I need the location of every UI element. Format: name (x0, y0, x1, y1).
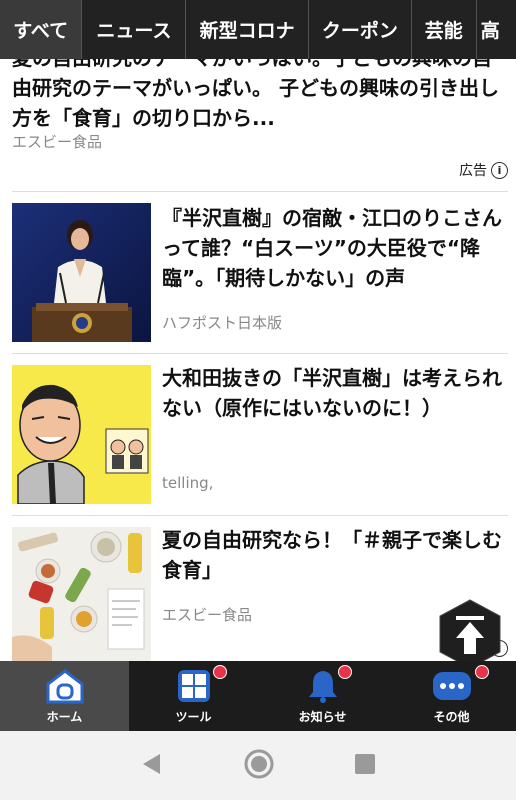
notification-dot (475, 665, 489, 679)
ad-source: エスビー食品 (12, 133, 103, 151)
nav-tools[interactable]: ツール (129, 661, 258, 731)
ad-label: 広告 (459, 163, 487, 179)
article-thumbnail (12, 527, 151, 661)
tab-more-truncated[interactable]: 高 (477, 0, 516, 59)
notification-dot (213, 665, 227, 679)
notification-dot (338, 665, 352, 679)
recents-button[interactable] (354, 753, 376, 779)
article-thumbnail (12, 203, 151, 342)
news-feed: 夏の自由研究のテーマがいっぱい。子どもの興味の自由研究のテーマがいっぱい。 子ど… (0, 59, 516, 661)
nav-more-label: その他 (433, 710, 470, 724)
nav-home-label: ホーム (46, 710, 83, 724)
scroll-to-top-button[interactable] (438, 598, 502, 661)
tab-coupon[interactable]: クーポン (309, 0, 412, 59)
home-system-button[interactable] (244, 749, 274, 783)
nav-tools-label: ツール (175, 710, 212, 724)
tab-entertainment[interactable]: 芸能 (412, 0, 477, 59)
arrow-up-icon (439, 599, 501, 661)
ad-title: 夏の自由研究のテーマがいっぱい。子どもの興味の自由研究のテーマがいっぱい。 子ど… (12, 59, 499, 130)
tab-news[interactable]: ニュース (82, 0, 187, 59)
tab-all[interactable]: すべて (0, 0, 83, 59)
article-title: 夏の自由研究なら！「＃親子で楽しむ食育」 (162, 528, 502, 582)
info-icon: i (491, 161, 508, 179)
tab-covid[interactable]: 新型コロナ (186, 0, 309, 59)
bottom-navigation: ホーム ツール お知らせ その他 (0, 661, 516, 731)
nav-notifications[interactable]: お知らせ (258, 661, 387, 731)
article-source: telling, (162, 474, 214, 492)
more-icon (431, 667, 473, 705)
back-button[interactable] (140, 752, 164, 780)
back-icon (143, 753, 160, 774)
article-thumbnail (12, 365, 151, 504)
home-icon (44, 667, 86, 705)
nav-notifications-label: お知らせ (298, 710, 347, 724)
nav-more[interactable]: その他 (387, 661, 516, 731)
article-title: 大和田抜きの「半沢直樹」は考えられない（原作にはいないのに！） (162, 366, 502, 420)
ad-badge[interactable]: 広告 i (459, 160, 508, 180)
system-navigation-bar (0, 731, 516, 800)
home-circle-icon (244, 749, 274, 778)
nav-home[interactable]: ホーム (0, 661, 129, 731)
article-source: エスビー食品 (162, 606, 253, 624)
category-tab-bar: すべて ニュース 新型コロナ クーポン 芸能 高 (0, 0, 516, 59)
article-title: 『半沢直樹』の宿敵・江口のりこさんって誰？“白スーツ”の大臣役で“降臨”。「期待… (162, 206, 502, 290)
list-item[interactable]: 大和田抜きの「半沢直樹」は考えられない（原作にはいないのに！） telling, (0, 354, 516, 515)
article-source: ハフポスト日本版 (162, 314, 283, 332)
list-item[interactable]: 『半沢直樹』の宿敵・江口のりこさんって誰？“白スーツ”の大臣役で“降臨”。「期待… (0, 192, 516, 353)
grid-icon (173, 667, 215, 705)
recents-icon (355, 753, 375, 774)
